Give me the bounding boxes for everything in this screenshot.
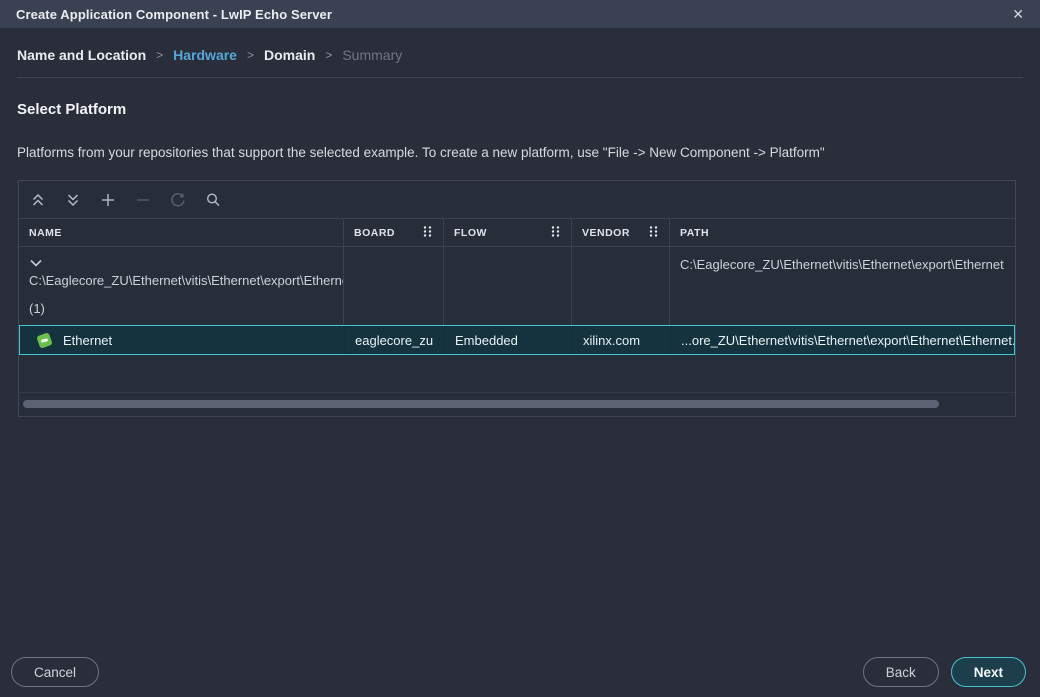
platform-board-cell: eaglecore_zu bbox=[345, 326, 445, 354]
step-summary: Summary bbox=[342, 47, 402, 63]
column-label: PATH bbox=[680, 227, 709, 239]
platform-icon bbox=[36, 332, 53, 349]
dialog-titlebar: Create Application Component - LwIP Echo… bbox=[0, 0, 1040, 28]
column-header-board[interactable]: BOARD bbox=[344, 219, 444, 246]
table-empty-area bbox=[19, 355, 1015, 393]
column-drag-icon[interactable] bbox=[422, 225, 433, 241]
table-header-row: NAME BOARD FLOW VENDOR PA bbox=[19, 219, 1015, 247]
platform-vendor-cell: xilinx.com bbox=[573, 326, 671, 354]
search-icon[interactable] bbox=[204, 191, 222, 209]
column-header-name[interactable]: NAME bbox=[19, 219, 344, 246]
column-header-vendor[interactable]: VENDOR bbox=[572, 219, 670, 246]
remove-icon[interactable] bbox=[134, 191, 152, 209]
platform-name-cell: Ethernet bbox=[20, 326, 345, 354]
breadcrumb: Name and Location > Hardware > Domain > … bbox=[0, 28, 1040, 63]
column-label: NAME bbox=[29, 227, 62, 239]
column-header-path[interactable]: PATH bbox=[670, 219, 1015, 246]
page-description: Platforms from your repositories that su… bbox=[17, 145, 1023, 160]
platform-path-cell: ...ore_ZU\Ethernet\vitis\Ethernet\export… bbox=[671, 326, 1014, 354]
group-name-cell: C:\Eaglecore_ZU\Ethernet\vitis\Ethernet\… bbox=[19, 247, 344, 325]
back-button[interactable]: Back bbox=[863, 657, 939, 687]
cancel-button[interactable]: Cancel bbox=[11, 657, 99, 687]
group-path-cell: C:\Eaglecore_ZU\Ethernet\vitis\Ethernet\… bbox=[670, 247, 1015, 325]
group-vendor-cell bbox=[572, 247, 670, 325]
breadcrumb-separator: > bbox=[325, 48, 332, 62]
close-icon[interactable]: ✕ bbox=[1012, 7, 1024, 21]
collapse-all-icon[interactable] bbox=[29, 191, 47, 209]
platform-group-row[interactable]: C:\Eaglecore_ZU\Ethernet\vitis\Ethernet\… bbox=[19, 247, 1015, 325]
refresh-icon[interactable] bbox=[169, 191, 187, 209]
breadcrumb-divider bbox=[17, 77, 1023, 78]
create-application-component-dialog: Create Application Component - LwIP Echo… bbox=[0, 0, 1040, 697]
platform-row-ethernet[interactable]: Ethernet eaglecore_zu Embedded xilinx.co… bbox=[19, 325, 1015, 355]
platform-name: Ethernet bbox=[63, 333, 112, 348]
group-board-cell bbox=[344, 247, 444, 325]
group-flow-cell bbox=[444, 247, 572, 325]
platform-table: NAME BOARD FLOW VENDOR PA bbox=[18, 180, 1016, 417]
dialog-title: Create Application Component - LwIP Echo… bbox=[16, 7, 332, 22]
column-label: VENDOR bbox=[582, 227, 630, 239]
add-icon[interactable] bbox=[99, 191, 117, 209]
column-drag-icon[interactable] bbox=[550, 225, 561, 241]
page-title: Select Platform bbox=[17, 101, 1023, 118]
column-label: FLOW bbox=[454, 227, 487, 239]
step-domain[interactable]: Domain bbox=[264, 47, 315, 63]
step-name-and-location[interactable]: Name and Location bbox=[17, 47, 146, 63]
next-button[interactable]: Next bbox=[951, 657, 1026, 687]
breadcrumb-separator: > bbox=[156, 48, 163, 62]
expand-all-icon[interactable] bbox=[64, 191, 82, 209]
platform-flow-cell: Embedded bbox=[445, 326, 573, 354]
column-header-flow[interactable]: FLOW bbox=[444, 219, 572, 246]
table-toolbar bbox=[19, 181, 1015, 219]
breadcrumb-separator: > bbox=[247, 48, 254, 62]
chevron-down-icon[interactable] bbox=[29, 255, 43, 265]
column-label: BOARD bbox=[354, 227, 395, 239]
horizontal-scrollbar-thumb[interactable] bbox=[23, 400, 939, 408]
group-name-text: C:\Eaglecore_ZU\Ethernet\vitis\Ethernet\… bbox=[29, 273, 333, 288]
column-drag-icon[interactable] bbox=[648, 225, 659, 241]
step-hardware[interactable]: Hardware bbox=[173, 47, 237, 63]
group-count: (1) bbox=[29, 301, 333, 316]
horizontal-scrollbar[interactable] bbox=[19, 393, 1015, 416]
